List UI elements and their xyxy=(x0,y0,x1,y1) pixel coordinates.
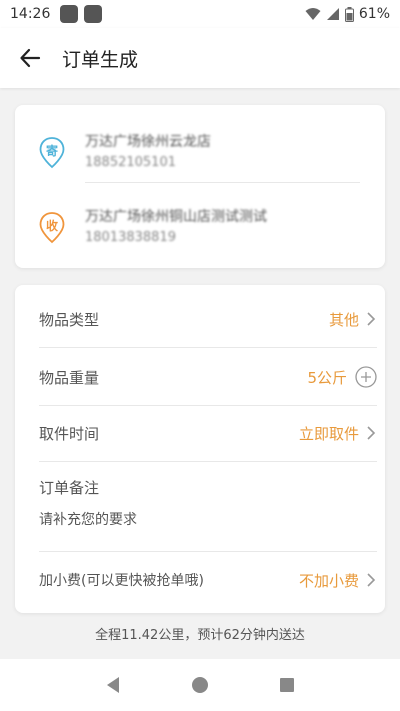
receiver-address-row[interactable]: 收 万达广场徐州铜山店测试测试 18013838819 xyxy=(15,190,385,262)
route-summary: 全程11.42公里，预计62分钟内送达 xyxy=(95,628,305,643)
battery-icon xyxy=(344,6,354,22)
pickup-time-label: 取件时间 xyxy=(39,424,100,443)
tip-value: 不加小费 xyxy=(298,571,359,590)
item-weight-label: 物品重量 xyxy=(39,368,100,387)
pickup-time-value: 立即取件 xyxy=(298,424,359,443)
triangle-back-icon xyxy=(107,677,120,693)
notification-icon xyxy=(60,5,79,23)
tip-row[interactable]: 加小费(可以更快被抢单哦) 不加小费 xyxy=(39,551,377,609)
address-card: 寄 万达广场徐州云龙店 18852105101 收 万达广场徐州铜山店测试测试 … xyxy=(15,105,385,268)
nav-back-button[interactable] xyxy=(93,665,133,705)
status-time: 14:26 xyxy=(10,6,51,22)
divider xyxy=(39,461,377,462)
back-button[interactable] xyxy=(0,28,60,88)
sender-address-row[interactable]: 寄 万达广场徐州云龙店 18852105101 xyxy=(15,115,385,187)
system-nav-bar xyxy=(0,659,400,711)
sender-phone: 18852105101 xyxy=(85,155,176,170)
circle-home-icon xyxy=(191,677,208,693)
page-title: 订单生成 xyxy=(62,48,139,71)
chevron-right-icon xyxy=(367,312,376,326)
status-bar: 14:26 61% xyxy=(0,0,400,28)
status-indicators: 61% xyxy=(305,6,390,22)
signal-icon xyxy=(326,8,339,20)
sender-pin-icon: 寄 xyxy=(39,137,65,169)
receiver-pin-icon: 收 xyxy=(39,212,65,244)
app-bar: 订单生成 xyxy=(0,28,400,88)
item-weight-value: 5公斤 xyxy=(307,368,347,387)
chevron-right-icon xyxy=(367,426,376,440)
sender-name: 万达广场徐州云龙店 xyxy=(85,134,211,150)
item-type-value: 其他 xyxy=(328,310,359,329)
item-type-row[interactable]: 物品类型 其他 xyxy=(39,290,377,348)
sender-tag: 寄 xyxy=(45,144,58,158)
nav-home-button[interactable] xyxy=(180,665,220,705)
battery-level: 61% xyxy=(358,6,390,22)
square-recents-icon xyxy=(279,678,294,692)
chevron-right-icon xyxy=(367,573,376,587)
item-type-label: 物品类型 xyxy=(39,310,100,329)
remark-label: 订单备注 xyxy=(39,479,100,497)
plus-circle-icon[interactable] xyxy=(355,366,377,388)
receiver-tag: 收 xyxy=(45,219,58,233)
pickup-time-row[interactable]: 取件时间 立即取件 xyxy=(39,404,377,462)
nav-recents-button[interactable] xyxy=(267,665,307,705)
receiver-phone: 18013838819 xyxy=(85,230,176,245)
notification-icon xyxy=(84,5,103,23)
divider xyxy=(85,182,360,183)
receiver-name: 万达广场徐州铜山店测试测试 xyxy=(85,209,267,225)
order-form-card: 物品类型 其他 物品重量 5公斤 取件时间 立即取件 订单备注 加小费(可以更快… xyxy=(15,285,385,613)
remark-input[interactable] xyxy=(39,507,359,533)
arrow-left-icon xyxy=(20,48,41,68)
tip-label: 加小费(可以更快被抢单哦) xyxy=(39,573,204,589)
wifi-icon xyxy=(305,8,321,20)
item-weight-row: 物品重量 5公斤 xyxy=(39,348,377,406)
